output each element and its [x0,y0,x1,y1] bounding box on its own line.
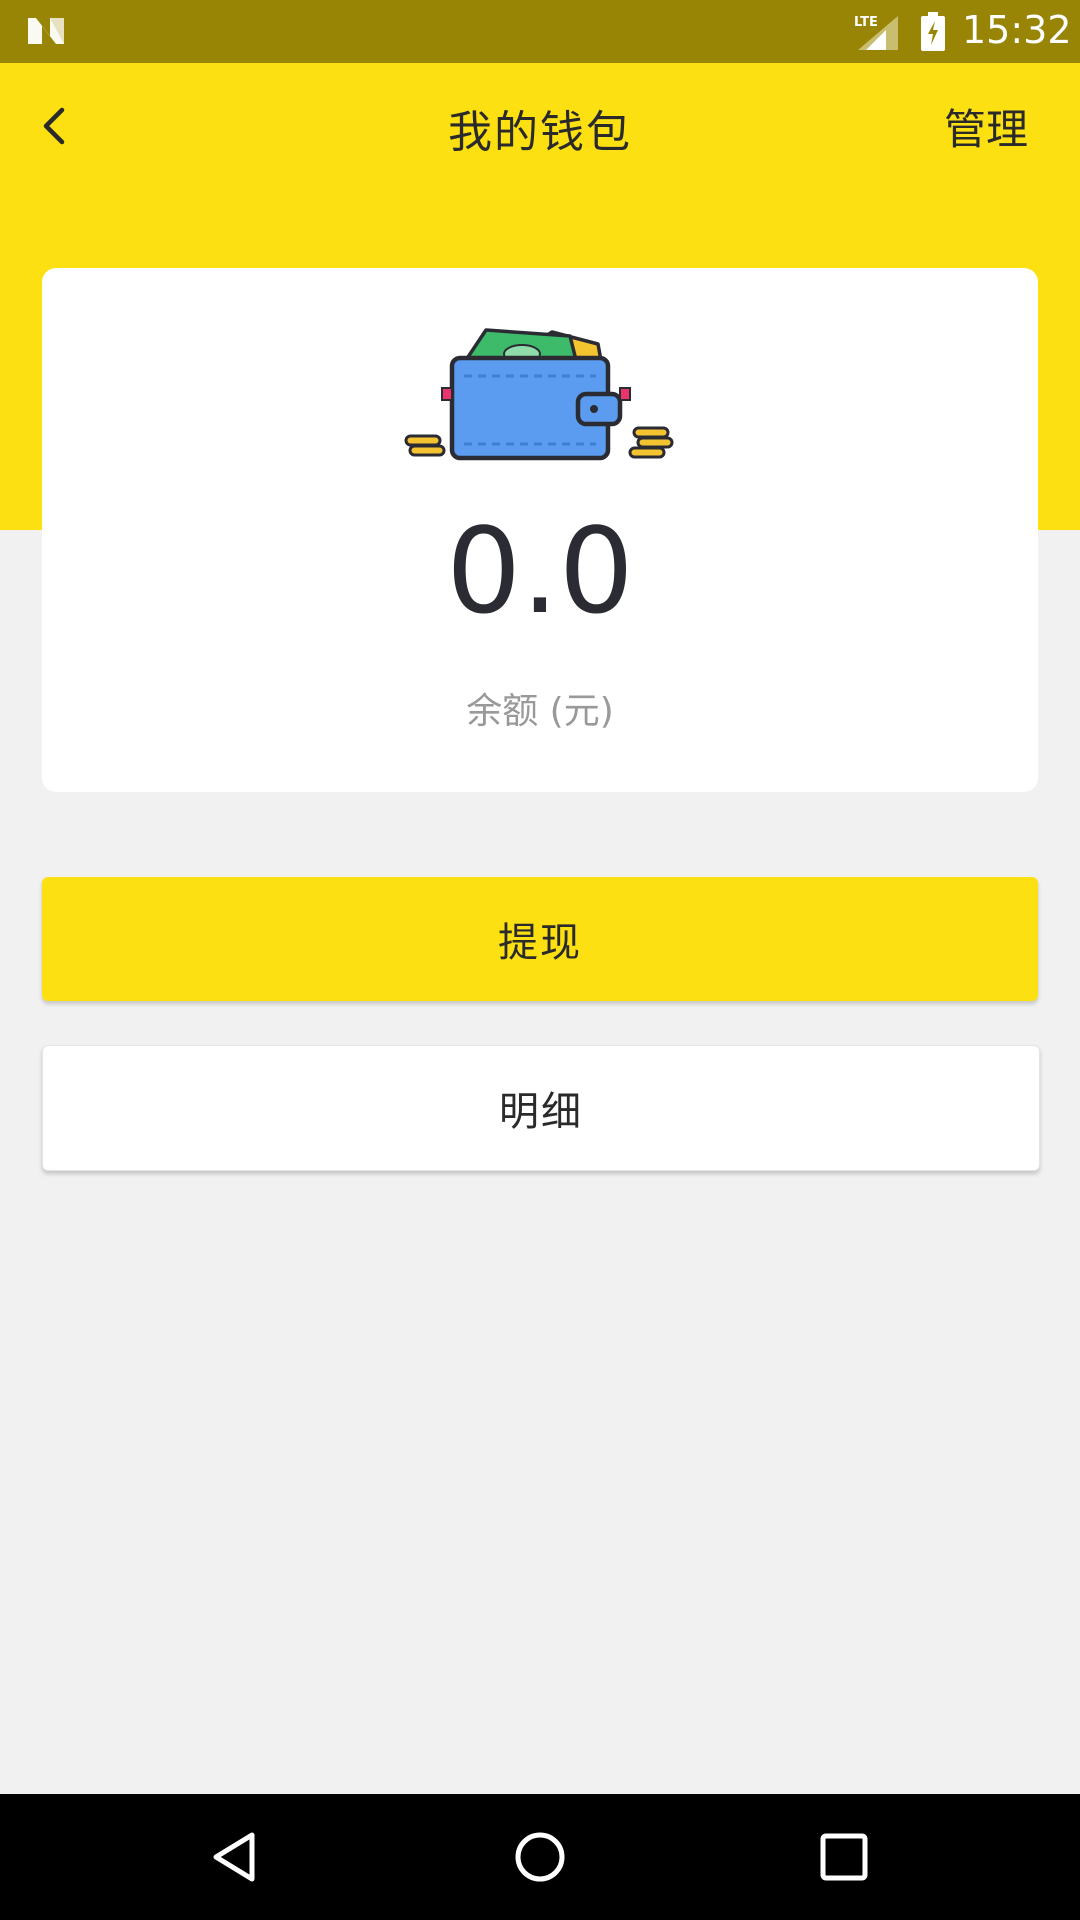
lte-signal-icon: LTE [854,15,898,50]
wallet-icon [404,328,674,461]
android-n-icon [28,18,64,44]
recents-square-icon[interactable] [818,1831,870,1883]
manage-button[interactable]: 管理 [944,96,1028,157]
balance-label: 余额 (元) [466,691,614,732]
details-button[interactable]: 明细 [42,1045,1040,1171]
lte-label: LTE [854,15,878,30]
wallet-screen: LTE 15:32 我的钱包 管理 0.0 余额 (元) 提现 明细 [0,0,1080,1920]
balance-amount: 0.0 [446,502,634,640]
home-circle-icon[interactable] [514,1831,566,1883]
battery-charging-icon [921,12,945,51]
navigation-bar [0,1794,1080,1920]
back-triangle-icon[interactable] [210,1831,262,1883]
status-clock: 15:32 [962,8,1072,52]
withdraw-button[interactable]: 提现 [42,877,1038,1001]
status-bar: LTE 15:32 [0,0,1080,63]
page-title: 我的钱包 [448,107,632,158]
balance-card: 0.0 余额 (元) [42,268,1038,792]
